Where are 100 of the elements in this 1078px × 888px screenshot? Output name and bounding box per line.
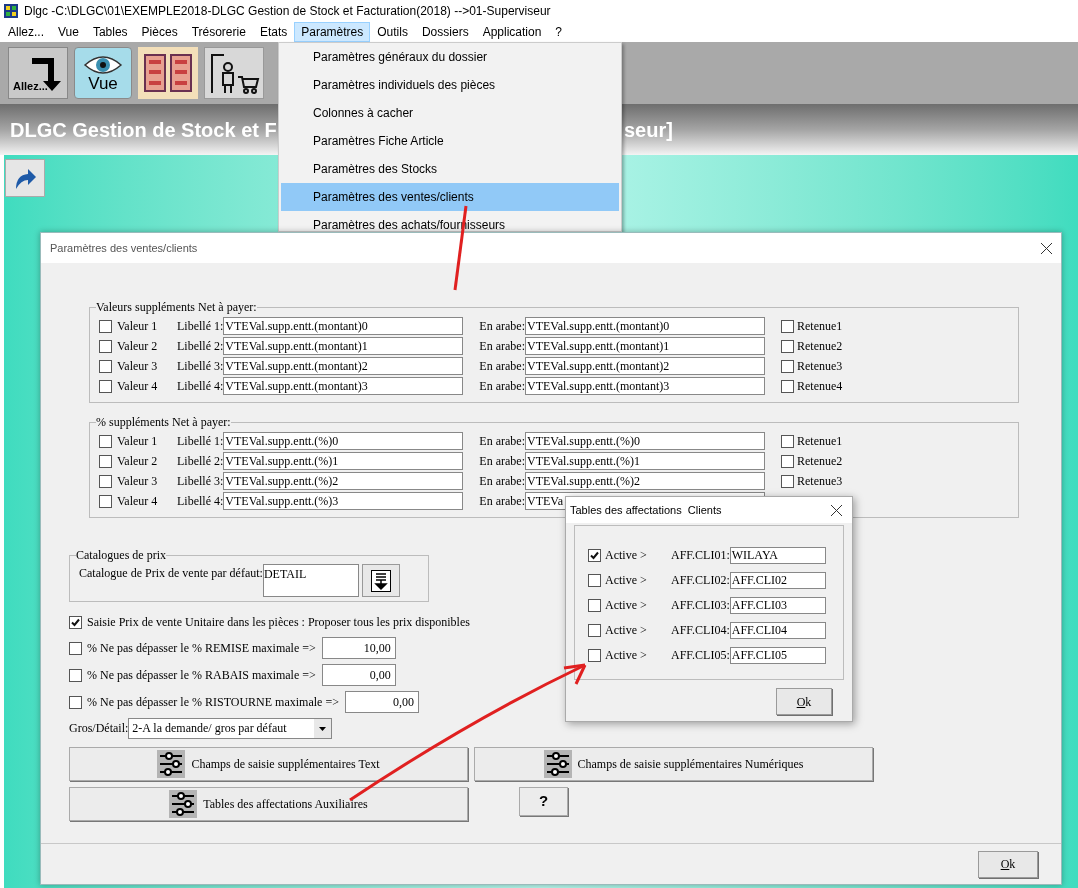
checkbox[interactable] <box>588 573 601 587</box>
checkbox[interactable] <box>69 641 82 655</box>
text-field[interactable]: VTEVal.supp.entt.(montant)0 <box>223 317 464 335</box>
checkbox[interactable] <box>99 339 112 353</box>
checkbox[interactable] <box>99 319 112 333</box>
close-icon[interactable] <box>831 504 842 516</box>
field-label: En arabe: <box>479 433 525 450</box>
field-label: Libellé 1: <box>177 433 224 450</box>
menu-item[interactable]: Tables <box>85 21 135 42</box>
text-field[interactable]: VTEVal.supp.entt.(%)0 <box>223 432 464 450</box>
grid-toolbar-button[interactable] <box>138 47 198 99</box>
text-field[interactable]: VTEVal.supp.entt.(montant)2 <box>223 357 464 375</box>
ok-button[interactable]: Ok <box>978 850 1038 878</box>
checkbox-label: Retenue2 <box>796 338 843 355</box>
text-field[interactable]: VTEVal.supp.entt.(montant)3 <box>223 377 464 395</box>
checkbox[interactable] <box>99 359 112 373</box>
goto-toolbar-button[interactable]: Allez... <box>8 47 68 99</box>
checkbox[interactable] <box>69 695 82 709</box>
action-button[interactable]: Tables des affectations Auxiliaires <box>69 787 468 821</box>
menu-item[interactable]: Etats <box>252 21 295 42</box>
checkbox-label: Active > <box>605 597 648 614</box>
text-field[interactable]: VTEVal.supp.entt.(%)2 <box>524 472 765 490</box>
text-field[interactable]: VTEVal.supp.entt.(%)0 <box>524 432 765 450</box>
dropdown-menu-item[interactable]: Paramètres individuels des pièces <box>281 71 619 99</box>
checkbox[interactable] <box>588 648 601 662</box>
checkbox-label: Retenue3 <box>796 358 843 375</box>
list-button[interactable] <box>361 564 400 597</box>
text-field[interactable]: AFF.CLI02 <box>729 571 826 589</box>
text-field[interactable]: VTEVal.supp.entt.(montant)3 <box>524 377 765 395</box>
toolbar-label: Vue <box>88 74 118 92</box>
menu-item[interactable]: Pièces <box>134 21 185 42</box>
text-field[interactable]: VTEVal.supp.entt.(%)3 <box>223 492 464 510</box>
checkbox[interactable] <box>780 434 794 448</box>
menu-item[interactable]: Allez... <box>1 21 51 42</box>
close-icon[interactable] <box>1041 242 1052 254</box>
field-label: En arabe: <box>479 493 525 510</box>
dropdown-menu-item[interactable]: Paramètres Fiche Article <box>281 127 619 155</box>
dropdown-menu-item[interactable]: Paramètres des ventes/clients <box>281 183 619 211</box>
field-label: En arabe: <box>479 338 525 355</box>
checkbox[interactable] <box>99 494 112 508</box>
text-field[interactable]: VTEVal.supp.entt.(montant)1 <box>223 337 464 355</box>
field-label: Libellé 1: <box>177 318 224 335</box>
checkbox-label: Valeur 4 <box>117 378 159 395</box>
checkbox[interactable] <box>780 339 794 353</box>
checkbox[interactable] <box>588 548 601 562</box>
menu-item[interactable]: Paramètres <box>294 21 371 42</box>
checkbox[interactable] <box>588 598 601 612</box>
text-field[interactable]: AFF.CLI05 <box>729 646 826 664</box>
menu-item[interactable]: ? <box>548 21 570 42</box>
field-label: AFF.CLI03: <box>671 597 730 614</box>
checkbox[interactable] <box>99 379 112 393</box>
number-field[interactable]: 10,00 <box>321 637 396 659</box>
checkbox-label: % Ne pas dépasser le % REMISE maximale => <box>87 640 316 657</box>
text-field[interactable]: VTEVal.supp.entt.(%)1 <box>524 452 765 470</box>
grid-icon <box>143 53 193 93</box>
dropdown-field[interactable]: 2-A la demande/ gros par défaut <box>128 717 333 739</box>
checkbox[interactable] <box>99 454 112 468</box>
dropdown-menu-item[interactable]: Paramètres des Stocks <box>281 155 619 183</box>
view-toolbar-button[interactable]: Vue <box>74 47 132 99</box>
text-field[interactable]: AFF.CLI03 <box>729 596 826 614</box>
field-label: Catalogue de Prix de vente par défaut: <box>79 565 263 582</box>
shortcut-button[interactable] <box>5 159 45 197</box>
menu-item[interactable]: Dossiers <box>414 21 476 42</box>
menu-item[interactable]: Vue <box>51 21 86 42</box>
ok-button[interactable]: Ok <box>776 688 832 715</box>
text-field[interactable]: VTEVal.supp.entt.(montant)1 <box>524 337 765 355</box>
text-field[interactable]: VTEVal.supp.entt.(montant)0 <box>524 317 765 335</box>
checkbox[interactable] <box>780 379 794 393</box>
checkbox-label: Retenue3 <box>796 473 843 490</box>
field-label: AFF.CLI04: <box>671 622 730 639</box>
text-field[interactable]: WILAYA <box>729 546 826 564</box>
text-field[interactable]: DETAIL <box>262 564 359 597</box>
checkbox[interactable] <box>588 623 601 637</box>
checkbox-label: Active > <box>605 572 648 589</box>
text-field[interactable]: VTEVal.supp.entt.(%)1 <box>223 452 464 470</box>
field-label: Libellé 3: <box>177 473 224 490</box>
action-button[interactable]: Champs de saisie supplémentaires Numériques <box>474 747 873 781</box>
checkbox[interactable] <box>69 668 82 682</box>
checkbox[interactable] <box>780 319 794 333</box>
checkbox[interactable] <box>99 474 112 488</box>
checkbox[interactable] <box>780 359 794 373</box>
text-field[interactable]: VTEVal.supp.entt.(%)2 <box>223 472 464 490</box>
menu-item[interactable]: Outils <box>370 21 415 42</box>
field-label: Libellé 2: <box>177 338 224 355</box>
text-field[interactable]: AFF.CLI04 <box>729 621 826 639</box>
checkbox[interactable] <box>99 434 112 448</box>
checkbox[interactable] <box>69 615 82 629</box>
checkbox[interactable] <box>780 474 794 488</box>
checkbox[interactable] <box>780 454 794 468</box>
dropdown-menu-item[interactable]: Colonnes à cacher <box>281 99 619 127</box>
number-field[interactable]: 0,00 <box>344 691 419 713</box>
checkbox-label: Retenue4 <box>796 378 843 395</box>
help-button[interactable]: ? <box>519 787 568 816</box>
number-field[interactable]: 0,00 <box>321 664 396 686</box>
person-cart-toolbar-button[interactable] <box>204 47 264 99</box>
menu-item[interactable]: Application <box>475 21 549 42</box>
text-field[interactable]: VTEVal.supp.entt.(montant)2 <box>524 357 765 375</box>
dropdown-menu-item[interactable]: Paramètres généraux du dossier <box>281 43 619 71</box>
menu-item[interactable]: Trésorerie <box>184 21 253 42</box>
action-button[interactable]: Champs de saisie supplémentaires Text <box>69 747 468 781</box>
